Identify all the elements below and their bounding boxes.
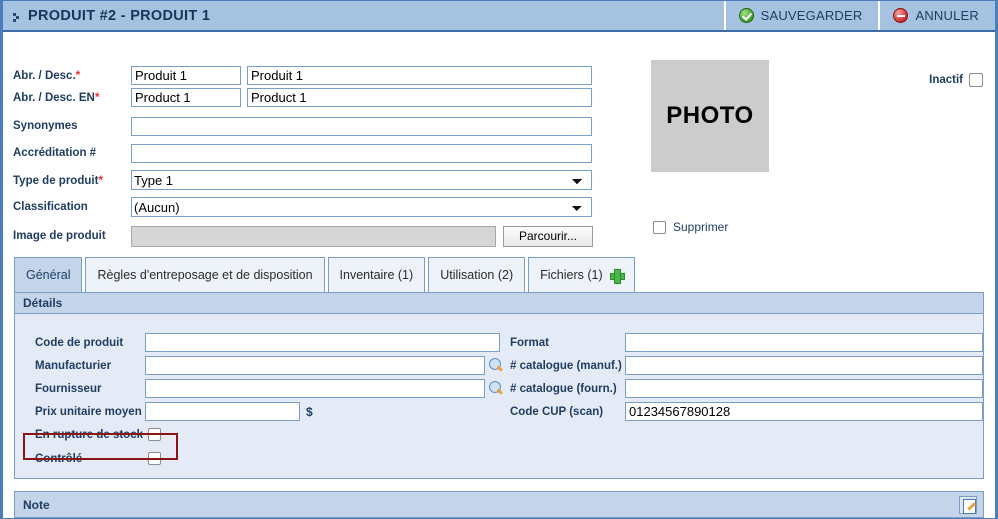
form-row-image-produit: Image de produit Parcourir...	[13, 225, 593, 247]
header-form: Inactif Abr. / Desc.* Abr. / Desc. EN* S…	[3, 34, 995, 252]
detail-row-manufacturier: Manufacturier	[35, 356, 504, 375]
save-button-label: SAUVEGARDER	[760, 8, 863, 23]
tab-inventaire[interactable]: Inventaire (1)	[327, 257, 426, 293]
accreditation-input[interactable]	[131, 143, 592, 163]
form-row-abbr-desc: Abr. / Desc.*	[13, 65, 592, 85]
manufacturier-magnifier-icon[interactable]	[489, 358, 504, 373]
abbr-desc-label: Abr. / Desc.*	[13, 68, 81, 82]
tab-regles-entreposage[interactable]: Règles d'entreposage et de disposition	[85, 257, 325, 293]
rupture-stock-label: En rupture de stock	[35, 428, 143, 441]
fournisseur-magnifier-icon[interactable]	[489, 381, 504, 396]
detail-row-code-produit: Code de produit	[35, 333, 500, 352]
green-check-circle-icon	[738, 8, 754, 23]
tab-utilisation[interactable]: Utilisation (2)	[428, 257, 526, 293]
supprimer-label: Supprimer	[673, 220, 729, 234]
desc-input[interactable]	[247, 65, 592, 85]
image-produit-label: Image de produit	[13, 230, 106, 242]
tab-inventaire-label: Inventaire (1)	[339, 268, 414, 282]
type-produit-select[interactable]: Type 1	[131, 170, 592, 190]
accreditation-label: Accréditation #	[13, 147, 97, 159]
detail-row-catalogue-manuf: # catalogue (manuf.)	[510, 356, 983, 375]
tab-fichiers[interactable]: Fichiers (1)	[528, 257, 635, 293]
abbr-en-input[interactable]	[131, 87, 241, 107]
controle-checkbox[interactable]	[148, 452, 161, 465]
browse-button[interactable]: Parcourir...	[503, 225, 593, 247]
product-photo-placeholder: PHOTO	[651, 60, 769, 172]
details-panel-body: Code de produit Manufacturier Fournisseu…	[15, 314, 983, 478]
synonymes-label: Synonymes	[13, 120, 78, 132]
form-row-type-produit: Type de produit* Type 1	[13, 170, 592, 190]
form-row-synonymes: Synonymes	[13, 116, 592, 136]
classification-select[interactable]: (Aucun)	[131, 197, 592, 217]
tab-general-label: Général	[26, 268, 71, 282]
manufacturier-input[interactable]	[145, 356, 485, 375]
form-row-accreditation: Accréditation #	[13, 143, 592, 163]
tab-utilisation-label: Utilisation (2)	[440, 268, 514, 282]
form-row-abbr-desc-en: Abr. / Desc. EN*	[13, 87, 592, 107]
form-row-classification: Classification (Aucun)	[13, 197, 592, 217]
save-button[interactable]: SAUVEGARDER	[723, 1, 879, 30]
detail-row-prix-unitaire: Prix unitaire moyen $	[35, 402, 313, 421]
fournisseur-input[interactable]	[145, 379, 485, 398]
currency-suffix: $	[306, 404, 313, 419]
green-plus-icon[interactable]	[609, 268, 625, 284]
synonymes-input[interactable]	[131, 116, 592, 136]
red-cancel-circle-icon	[893, 8, 909, 23]
details-panel: Détails Code de produit Manufacturier Fo…	[14, 292, 984, 479]
supprimer-field: Supprimer	[653, 220, 728, 234]
prix-unitaire-label: Prix unitaire moyen	[35, 405, 142, 418]
cancel-button[interactable]: ANNULER	[878, 1, 995, 30]
catalogue-manuf-label: # catalogue (manuf.)	[510, 359, 622, 372]
catalogue-fourn-label: # catalogue (fourn.)	[510, 382, 617, 395]
required-asterisk: *	[94, 90, 100, 104]
code-cup-label: Code CUP (scan)	[510, 405, 604, 418]
detail-row-fournisseur: Fournisseur	[35, 379, 504, 398]
inactif-field: Inactif	[929, 73, 983, 87]
code-produit-input[interactable]	[145, 333, 500, 352]
format-label: Format	[510, 336, 549, 349]
rupture-stock-checkbox[interactable]	[148, 428, 161, 441]
product-edit-window: PRODUIT #2 - PRODUIT 1 SAUVEGARDER ANNUL…	[0, 0, 998, 519]
tab-bar: Général Règles d'entreposage et de dispo…	[14, 256, 638, 293]
detail-row-code-cup: Code CUP (scan)	[510, 402, 983, 421]
note-section-header[interactable]: Note	[14, 491, 984, 518]
controle-label: Contrôlé	[35, 452, 83, 465]
abbr-input[interactable]	[131, 65, 241, 85]
tab-general[interactable]: Général	[14, 257, 83, 293]
manufacturier-label: Manufacturier	[35, 359, 112, 372]
details-panel-header: Détails	[15, 293, 983, 314]
fournisseur-label: Fournisseur	[35, 382, 102, 395]
catalogue-fourn-input[interactable]	[625, 379, 983, 398]
inactif-checkbox[interactable]	[969, 73, 983, 87]
expand-chevron-icon[interactable]	[11, 9, 23, 23]
type-produit-label: Type de produit*	[13, 173, 104, 187]
required-asterisk: *	[75, 68, 81, 82]
photo-placeholder-text: PHOTO	[666, 102, 754, 129]
inactif-label: Inactif	[929, 74, 963, 86]
window-title-bar: PRODUIT #2 - PRODUIT 1 SAUVEGARDER ANNUL…	[3, 1, 995, 32]
catalogue-manuf-input[interactable]	[625, 356, 983, 375]
required-asterisk: *	[98, 173, 104, 187]
detail-row-format: Format	[510, 333, 983, 352]
detail-row-catalogue-fourn: # catalogue (fourn.)	[510, 379, 983, 398]
abbr-desc-en-label: Abr. / Desc. EN*	[13, 90, 100, 104]
note-edit-icon[interactable]	[959, 495, 977, 514]
title-area: PRODUIT #2 - PRODUIT 1	[3, 1, 724, 30]
cancel-button-label: ANNULER	[915, 8, 979, 23]
supprimer-checkbox[interactable]	[653, 220, 666, 234]
tab-regles-entreposage-label: Règles d'entreposage et de disposition	[97, 268, 313, 282]
page-title: PRODUIT #2 - PRODUIT 1	[28, 7, 211, 24]
image-produit-input[interactable]	[131, 225, 496, 247]
code-produit-label: Code de produit	[35, 336, 124, 349]
detail-row-controle: Contrôlé	[35, 449, 161, 468]
note-label: Note	[23, 497, 50, 512]
code-cup-input[interactable]	[625, 402, 983, 421]
tab-fichiers-label: Fichiers (1)	[540, 268, 603, 282]
prix-unitaire-input[interactable]	[145, 402, 300, 421]
format-input[interactable]	[625, 333, 983, 352]
classification-label: Classification	[13, 201, 88, 213]
desc-en-input[interactable]	[247, 87, 592, 107]
detail-row-rupture-stock: En rupture de stock	[35, 425, 161, 444]
